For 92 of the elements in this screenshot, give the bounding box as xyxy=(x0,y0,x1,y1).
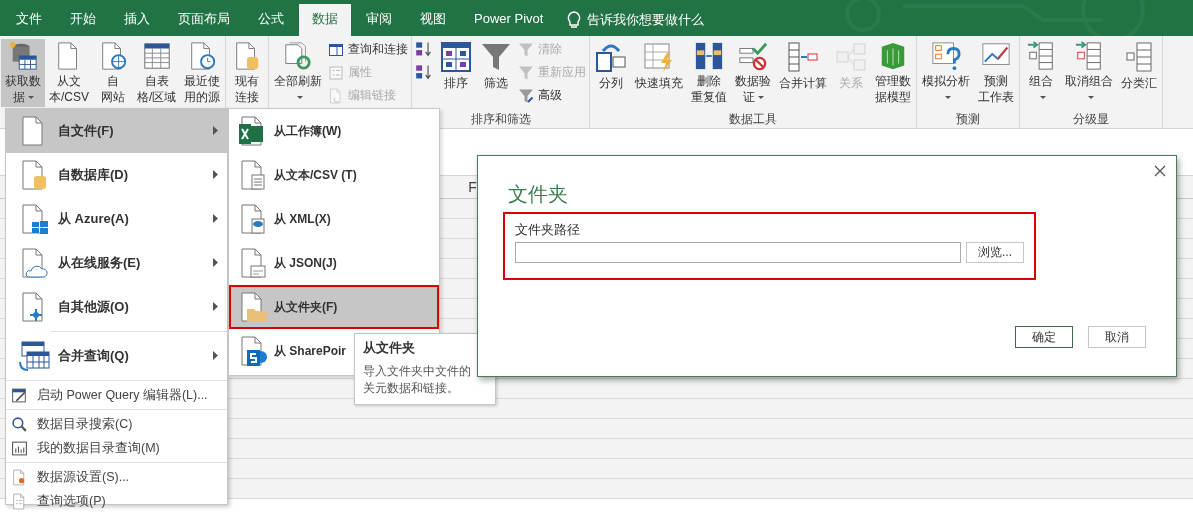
list-icon xyxy=(328,64,345,81)
sort-icon xyxy=(440,41,473,73)
menu-item[interactable]: 数据源设置(S)... xyxy=(6,465,227,489)
ok-button[interactable]: 确定 xyxy=(1015,326,1073,348)
ribbon-button[interactable]: 合并计算 xyxy=(775,39,832,107)
ribbon-button[interactable]: 现有 连接 xyxy=(227,39,268,107)
menu-item[interactable]: 自数据库(D) xyxy=(6,153,227,197)
submenu-arrow-icon xyxy=(213,214,218,223)
group-label: 分级显 xyxy=(1072,111,1111,128)
column-header: F xyxy=(468,179,477,195)
ribbon-button[interactable]: 从文 本/CSV xyxy=(45,39,93,107)
data-validation-icon xyxy=(737,41,770,71)
caret-icon xyxy=(27,96,34,100)
what-if-icon xyxy=(930,41,963,71)
caret-icon xyxy=(296,96,303,100)
ribbon-button[interactable]: 数据验 证 xyxy=(731,39,776,107)
dialog-title: 文件夹 xyxy=(508,182,569,207)
tooltip-text: 关元数据和链接。 xyxy=(363,380,460,397)
ribbon-button[interactable]: 自表 格/区域 xyxy=(133,39,181,107)
menu-item[interactable]: 我的数据目录查询(M) xyxy=(6,436,227,460)
tooltip-text: 导入文件夹中文件的 xyxy=(363,363,472,380)
ribbon-button[interactable]: 最近使 用的源 xyxy=(180,39,225,107)
menu-item[interactable]: 从文本/CSV (T) xyxy=(229,153,439,197)
search-icon xyxy=(11,415,28,433)
close-icon[interactable] xyxy=(1154,165,1166,177)
field-label: 文件夹路径 xyxy=(515,222,581,239)
ribbon-button[interactable]: 查询和连接 xyxy=(328,39,409,60)
submenu-arrow-icon xyxy=(213,351,218,360)
ribbon-button[interactable]: 快速填充 xyxy=(631,39,688,107)
ribbon-button[interactable]: 分列 xyxy=(591,39,632,107)
ribbon-button[interactable]: 获取数 据 xyxy=(1,39,45,107)
submenu-arrow-icon xyxy=(213,126,218,135)
ribbon-tab[interactable]: 审阅 xyxy=(353,4,405,36)
menu-item[interactable]: 从 XML(X) xyxy=(229,197,439,241)
filter-icon xyxy=(480,41,513,73)
group-label: 数据工具 xyxy=(728,111,779,128)
reapply-filter-icon xyxy=(518,64,535,81)
ribbon-button[interactable]: 高级 xyxy=(518,85,587,106)
ribbon-tab[interactable]: 开始 xyxy=(57,4,109,36)
submenu-arrow-icon xyxy=(213,302,218,311)
clear-filter-icon xyxy=(518,41,535,58)
caret-icon xyxy=(944,96,951,100)
tell-me-field[interactable]: 告诉我你想要做什么 xyxy=(587,11,705,29)
advanced-filter-icon xyxy=(518,87,535,104)
ribbon-button[interactable]: 模拟分析 xyxy=(918,39,975,107)
menu-item[interactable]: 从在线服务(E) xyxy=(6,241,227,285)
cancel-button[interactable]: 取消 xyxy=(1088,326,1146,348)
ribbon-button[interactable]: 取消组合 xyxy=(1061,39,1118,107)
folder-path-field[interactable] xyxy=(515,242,961,263)
ribbon-button[interactable]: 自 网站 xyxy=(93,39,133,107)
relationships-icon xyxy=(835,41,868,73)
menu-item[interactable]: 自其他源(O) xyxy=(6,285,227,329)
menu-item[interactable]: 从 JSON(J) xyxy=(229,241,439,285)
ribbon-button[interactable]: 预测 工作表 xyxy=(974,39,1019,107)
ribbon-tab[interactable]: 数据 xyxy=(299,4,351,36)
ribbon-button[interactable]: 筛选 xyxy=(476,39,517,107)
menu-item[interactable]: 从工作簿(W) xyxy=(229,109,439,153)
ribbon-tab[interactable]: 公式 xyxy=(245,4,297,36)
menu-item[interactable]: 从文件夹(F) xyxy=(229,285,439,329)
menu-item[interactable]: 从 Azure(A) xyxy=(6,197,227,241)
caret-icon xyxy=(757,96,764,100)
group-label: 排序和筛选 xyxy=(469,111,532,128)
ribbon-button[interactable]: 分类汇 xyxy=(1117,39,1162,107)
ribbon-tab[interactable]: 页面布局 xyxy=(165,4,243,36)
database-icon xyxy=(7,41,39,71)
group-label: 预测 xyxy=(955,111,982,128)
lightbulb-icon xyxy=(567,11,582,29)
browse-button[interactable]: 浏览... xyxy=(966,242,1024,263)
ribbon-tab[interactable]: 文件 xyxy=(3,4,55,36)
menu-item[interactable]: 合并查询(Q) xyxy=(6,334,227,378)
editor-icon xyxy=(11,386,28,404)
submenu-arrow-icon xyxy=(213,170,218,179)
ribbon-tab[interactable]: Power Pivot xyxy=(461,4,557,36)
caret-icon xyxy=(1087,96,1094,100)
ribbon-tab[interactable]: 插入 xyxy=(111,4,163,36)
ribbon-button[interactable]: 组合 xyxy=(1021,39,1062,107)
tooltip-title: 从文件夹 xyxy=(363,340,416,357)
caret-icon xyxy=(1039,96,1046,100)
ribbon-button[interactable]: 删除 重复值 xyxy=(687,39,732,107)
consolidate-icon xyxy=(787,41,820,73)
ribbon-button[interactable]: 排序 xyxy=(436,39,477,107)
submenu-arrow-icon xyxy=(213,258,218,267)
menu-item[interactable]: 自文件(F) xyxy=(6,109,227,153)
ribbon-button[interactable]: 管理数 据模型 xyxy=(871,39,916,107)
panel-icon xyxy=(328,41,345,58)
menu-item[interactable]: 数据目录搜索(C) xyxy=(6,412,227,436)
chart-icon xyxy=(11,439,28,457)
ribbon-tab[interactable]: 视图 xyxy=(407,4,459,36)
combine-tables-icon xyxy=(18,340,50,372)
menu-item[interactable]: 查询选项(P) xyxy=(6,489,227,513)
menu-item[interactable]: 启动 Power Query 编辑器(L)... xyxy=(6,383,227,407)
ribbon-button[interactable]: 全部刷新 xyxy=(270,39,327,107)
